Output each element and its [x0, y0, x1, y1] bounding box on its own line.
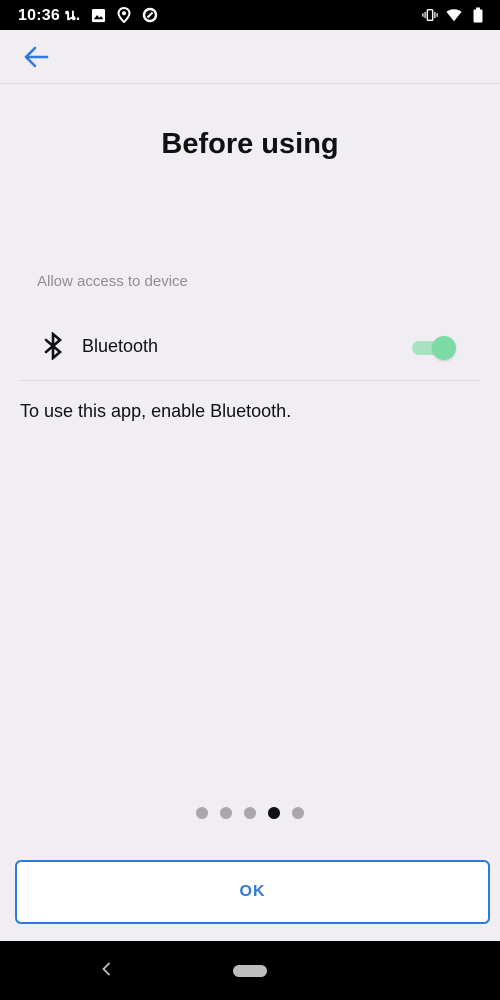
- info-text: To use this app, enable Bluetooth.: [20, 401, 292, 421]
- system-nav-bar: [0, 941, 500, 1000]
- nav-back-button[interactable]: [96, 957, 116, 981]
- status-bar: 10:36 น.: [0, 0, 500, 30]
- nav-home-pill[interactable]: [233, 965, 267, 977]
- pager-dot-active: [268, 807, 280, 819]
- location-icon: [116, 7, 132, 23]
- permission-row-bluetooth[interactable]: Bluetooth: [20, 312, 480, 381]
- status-time: 10:36 น.: [18, 6, 81, 24]
- pager-dot: [220, 807, 232, 819]
- pager-dot: [292, 807, 304, 819]
- data-saver-icon: [142, 7, 158, 23]
- vibrate-icon: [422, 7, 438, 23]
- app-bar: [0, 30, 500, 84]
- pager-dot: [196, 807, 208, 819]
- back-button[interactable]: [14, 38, 58, 76]
- ok-button[interactable]: OK: [15, 860, 490, 924]
- bluetooth-toggle[interactable]: [412, 336, 456, 360]
- section-label: Allow access to device: [37, 273, 188, 290]
- battery-icon: [470, 7, 486, 23]
- wifi-icon: [446, 7, 462, 23]
- arrow-left-icon: [24, 46, 49, 68]
- status-right: [422, 7, 486, 23]
- permission-label: Bluetooth: [82, 335, 159, 356]
- nav-back-icon: [102, 962, 110, 976]
- status-left: 10:36 น.: [18, 3, 158, 28]
- pager-indicator: [0, 807, 500, 821]
- page-title: Before using: [161, 128, 339, 160]
- pager-dot: [244, 807, 256, 819]
- image-icon: [90, 7, 106, 23]
- bluetooth-icon: [40, 332, 68, 360]
- toggle-thumb: [432, 336, 456, 360]
